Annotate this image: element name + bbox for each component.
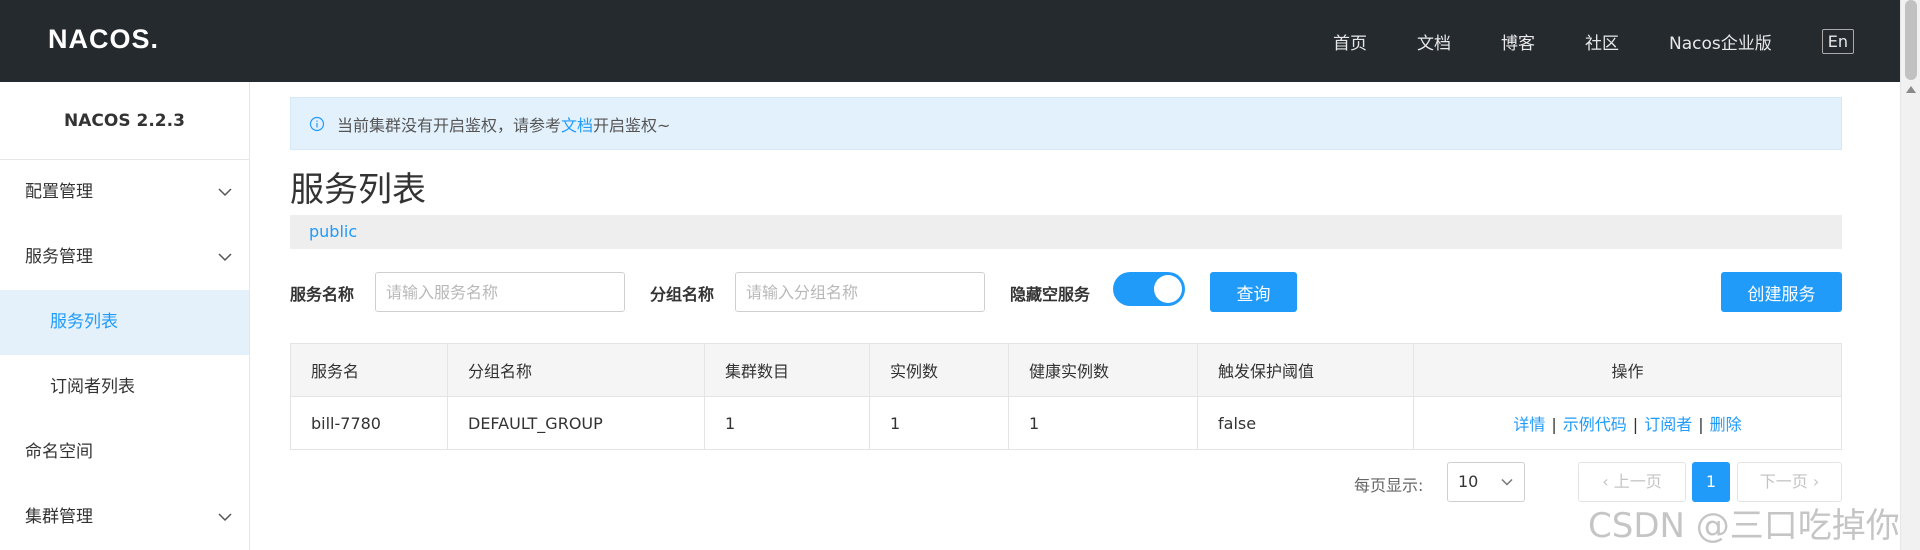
page-title: 服务列表 xyxy=(290,170,426,210)
sidebar-item-cluster-management[interactable]: 集群管理 xyxy=(0,485,249,550)
chevron-right-icon: › xyxy=(1812,472,1820,491)
language-button[interactable]: En xyxy=(1821,28,1854,54)
service-name-input[interactable] xyxy=(375,272,625,312)
chevron-down-icon xyxy=(218,188,232,197)
namespace-public[interactable]: public xyxy=(309,222,357,241)
page-scrollbar[interactable] xyxy=(1900,0,1920,550)
hide-empty-toggle[interactable] xyxy=(1113,272,1185,306)
table-header-row: 服务名 分组名称 集群数目 实例数 健康实例数 触发保护阈值 操作 xyxy=(290,343,1842,397)
subscriber-link[interactable]: 订阅者 xyxy=(1644,415,1692,434)
namespace-bar: public xyxy=(290,215,1842,249)
sidebar-item-label: 配置管理 xyxy=(25,182,93,202)
prev-page-button[interactable]: ‹ 上一页 xyxy=(1578,462,1686,502)
hide-empty-label: 隐藏空服务 xyxy=(1010,285,1091,304)
service-name-label: 服务名称 xyxy=(290,285,355,304)
table-row: bill-7780 DEFAULT_GROUP 1 1 1 false 详情 | 示… xyxy=(290,396,1842,450)
column-header[interactable]: 触发保护阈值 xyxy=(1197,343,1414,397)
cell-healthy-count: 1 xyxy=(1008,396,1198,450)
separator: | xyxy=(1551,415,1557,434)
scrollbar-thumb[interactable] xyxy=(1905,0,1917,80)
sidebar-item-label: 命名空间 xyxy=(25,442,93,462)
separator: | xyxy=(1698,415,1704,434)
nav-enterprise[interactable]: Nacos企业版 xyxy=(1669,29,1772,54)
sidebar-item-label: 服务列表 xyxy=(50,312,118,332)
delete-link[interactable]: 删除 xyxy=(1710,415,1742,434)
next-page-label: 下一页 xyxy=(1759,472,1808,491)
chevron-down-icon xyxy=(218,513,232,522)
watermark: CSDN @三口吃掉你 xyxy=(1588,506,1900,546)
sidebar-item-service-management[interactable]: 服务管理 xyxy=(0,225,249,290)
detail-link[interactable]: 详情 xyxy=(1513,415,1545,434)
sidebar-item-service-list[interactable]: 服务列表 xyxy=(0,290,249,355)
separator: | xyxy=(1632,415,1639,434)
sidebar-item-subscriber-list[interactable]: 订阅者列表 xyxy=(0,355,249,420)
nacos-logo-mark: NACOS. xyxy=(48,24,159,54)
pagination: 每页显示: 10 ‹ 上一页 1 下一页 › xyxy=(290,462,1842,502)
scroll-up-arrow-icon[interactable] xyxy=(1906,86,1916,93)
column-header[interactable]: 健康实例数 xyxy=(1008,343,1198,397)
page-size-value: 10 xyxy=(1458,472,1479,491)
cell-protect-threshold: false xyxy=(1197,396,1414,450)
search-button[interactable]: 查询 xyxy=(1210,272,1297,312)
nav-blog[interactable]: 博客 xyxy=(1501,29,1535,54)
page-size-select[interactable]: 10 xyxy=(1447,462,1525,502)
prev-page-label: 上一页 xyxy=(1613,472,1662,491)
page-size-label: 每页显示: xyxy=(1354,476,1424,495)
page-current[interactable]: 1 xyxy=(1692,462,1730,502)
cell-operations: 详情 | 示例代码 | 订阅者 | 删除 xyxy=(1413,396,1842,450)
sidebar-item-config-management[interactable]: 配置管理 xyxy=(0,160,249,225)
next-page-button[interactable]: 下一页 › xyxy=(1737,462,1842,502)
cell-service-name: bill-7780 xyxy=(290,396,448,450)
chevron-down-icon xyxy=(218,253,232,262)
toggle-knob xyxy=(1154,275,1182,303)
chevron-left-icon: ‹ xyxy=(1602,472,1609,491)
column-header[interactable]: 集群数目 xyxy=(704,343,870,397)
logo-text: NACOS. xyxy=(48,24,159,54)
sidebar: NACOS 2.2.3 配置管理 服务管理 服务列表 订阅者列表 命名空间 集群… xyxy=(0,82,250,550)
nacos-logo[interactable]: NACOS. xyxy=(48,24,168,54)
filter-bar: 服务名称 分组名称 隐藏空服务 查询 创建服务 xyxy=(290,270,1842,312)
sample-code-link[interactable]: 示例代码 xyxy=(1563,415,1627,434)
notice-text-suffix: 开启鉴权~ xyxy=(593,115,671,135)
service-table: 服务名 分组名称 集群数目 实例数 健康实例数 触发保护阈值 操作 bill-7… xyxy=(290,343,1842,450)
group-name-label: 分组名称 xyxy=(650,285,715,304)
sidebar-item-namespace[interactable]: 命名空间 xyxy=(0,420,249,485)
cell-instance-count: 1 xyxy=(869,396,1009,450)
info-icon xyxy=(309,116,325,131)
sidebar-title: NACOS 2.2.3 xyxy=(0,82,249,160)
column-header: 操作 xyxy=(1413,343,1842,397)
cell-cluster-count: 1 xyxy=(704,396,870,450)
nav-docs[interactable]: 文档 xyxy=(1417,29,1451,54)
nav-home[interactable]: 首页 xyxy=(1333,29,1367,54)
column-header[interactable]: 分组名称 xyxy=(447,343,705,397)
chevron-down-icon xyxy=(1501,478,1513,486)
top-bar: NACOS. 首页 文档 博客 社区 Nacos企业版 En xyxy=(0,0,1900,82)
group-name-input[interactable] xyxy=(735,272,985,312)
sidebar-item-label: 订阅者列表 xyxy=(50,377,135,397)
sidebar-item-label: 服务管理 xyxy=(25,247,93,267)
top-nav: 首页 文档 博客 社区 Nacos企业版 En xyxy=(1333,0,1900,82)
sidebar-item-label: 集群管理 xyxy=(25,507,93,527)
column-header[interactable]: 实例数 xyxy=(869,343,1009,397)
nav-community[interactable]: 社区 xyxy=(1585,29,1619,54)
cell-group-name: DEFAULT_GROUP xyxy=(447,396,705,450)
create-service-button[interactable]: 创建服务 xyxy=(1721,272,1842,312)
auth-notice: 当前集群没有开启鉴权，请参考 文档 开启鉴权~ xyxy=(290,97,1842,150)
notice-text-prefix: 当前集群没有开启鉴权，请参考 xyxy=(337,115,562,135)
notice-doc-link[interactable]: 文档 xyxy=(561,112,593,136)
column-header[interactable]: 服务名 xyxy=(290,343,448,397)
